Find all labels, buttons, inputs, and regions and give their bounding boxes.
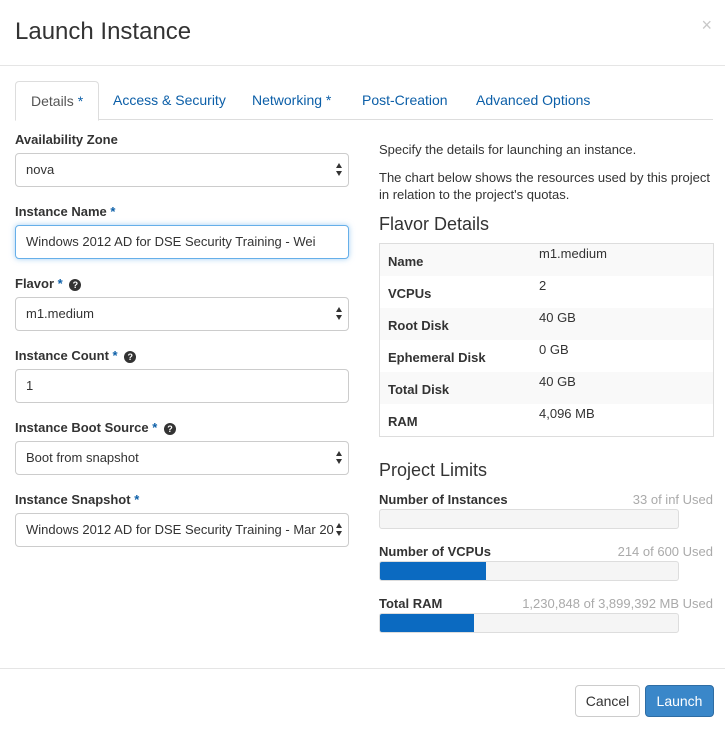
row-value: 40 GB [539,310,576,325]
tab-label: Networking [252,92,323,108]
modal-footer: Cancel Launch [0,668,725,730]
progress-fill [380,562,487,580]
tab-advanced-options[interactable]: Advanced Options [461,81,605,120]
row-key: VCPUs [388,286,432,301]
instance-snapshot-label: Instance Snapshot * [15,492,139,507]
tab-label: Post-Creation [362,92,448,108]
progress-bar-ram [379,613,679,633]
select-caret-icon [336,451,342,465]
progress-bar-instances [379,509,679,529]
required-marker: * [325,92,332,108]
table-row: Root Disk 40 GB [380,308,713,340]
flavor-details-title: Flavor Details [379,214,490,234]
row-key: RAM [388,414,418,429]
help-text: Specify the details for launching an ins… [379,142,637,157]
label-text: Instance Snapshot [15,492,131,507]
instance-count-label: Instance Count * ? [15,348,137,363]
table-row: Total Disk 40 GB [380,372,713,404]
required-marker: * [57,276,63,291]
row-value: 0 GB [539,342,569,357]
row-key: Total Disk [388,382,450,397]
limit-usage-vcpus: 214 of 600 Used [617,544,713,559]
select-value: Windows 2012 AD for DSE Security Trainin… [26,522,334,537]
availability-zone-label: Availability Zone [15,132,118,147]
row-value: 4,096 MB [539,406,595,421]
boot-source-label: Instance Boot Source * ? [15,420,176,435]
required-marker: * [77,93,84,109]
row-key: Root Disk [388,318,449,333]
flavor-label: Flavor * ? [15,276,82,291]
required-marker: * [134,492,140,507]
instance-count-input[interactable]: 1 [15,369,349,403]
modal-title: Launch Instance [15,18,192,45]
limit-usage-instances: 33 of inf Used [632,492,713,507]
select-value: Boot from snapshot [26,450,139,465]
label-text: Instance Name [15,204,107,219]
question-circle-icon[interactable]: ? [124,351,137,363]
question-circle-icon[interactable]: ? [69,279,82,291]
close-icon[interactable]: × [701,16,712,34]
select-value: nova [26,162,55,177]
instance-name-input[interactable]: Windows 2012 AD for DSE Security Trainin… [15,225,349,259]
table-row: VCPUs 2 [380,276,713,308]
limit-label-ram: Total RAM [379,596,443,611]
table-row: RAM 4,096 MB [380,404,713,436]
row-value: m1.medium [539,246,607,261]
row-value: 40 GB [539,374,576,389]
row-key: Name [388,254,424,269]
tab-networking[interactable]: Networking * [237,81,346,120]
cancel-button[interactable]: Cancel [575,685,640,717]
select-caret-icon [336,163,342,177]
required-marker: * [152,420,158,435]
label-text: Instance Boot Source [15,420,149,435]
availability-zone-select[interactable]: nova [15,153,349,187]
tab-details[interactable]: Details * [15,81,100,121]
select-caret-icon [336,307,342,321]
required-marker: * [110,204,116,219]
question-circle-icon[interactable]: ? [163,423,176,435]
required-marker: * [112,348,118,363]
label-text: Flavor [15,276,55,291]
progress-fill [380,614,475,632]
row-value: 2 [539,278,547,293]
label-text: Instance Count [15,348,109,363]
flavor-select[interactable]: m1.medium [15,297,349,331]
table-row: Name m1.medium [380,244,713,276]
tab-label: Details [31,93,74,109]
table-row: Ephemeral Disk 0 GB [380,340,713,372]
progress-bar-vcpus [379,561,679,581]
input-value: Windows 2012 AD for DSE Security Trainin… [26,234,316,249]
limit-label-instances: Number of Instances [379,492,508,507]
select-value: m1.medium [26,306,94,321]
wizard-tabs: Details * Access & Security Networking *… [15,81,713,121]
instance-name-label: Instance Name * [15,204,115,219]
row-key: Ephemeral Disk [388,350,486,365]
modal-header: Launch Instance × [0,0,725,66]
label-text: Availability Zone [15,132,118,147]
tab-access-security[interactable]: Access & Security [98,81,241,120]
limit-usage-ram: 1,230,848 of 3,899,392 MB Used [522,596,713,611]
boot-source-select[interactable]: Boot from snapshot [15,441,349,475]
tab-post-creation[interactable]: Post-Creation [347,81,463,120]
limit-label-vcpus: Number of VCPUs [379,544,491,559]
tab-label: Access & Security [113,92,226,108]
project-limits-title: Project Limits [379,460,488,480]
launch-button[interactable]: Launch [645,685,714,717]
flavor-details-table: Name m1.medium VCPUs 2 Root Disk 40 GB E… [379,243,714,437]
input-value: 1 [26,378,34,393]
select-caret-icon [336,523,342,537]
help-text: The chart below shows the resources used… [379,170,710,202]
tab-label: Advanced Options [476,92,591,108]
instance-snapshot-select[interactable]: Windows 2012 AD for DSE Security Trainin… [15,513,349,547]
